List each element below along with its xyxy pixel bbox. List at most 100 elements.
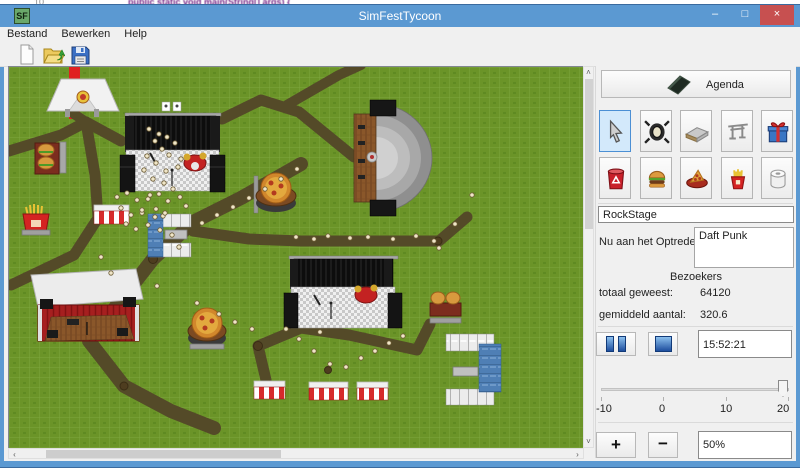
visitor-dot	[373, 349, 377, 353]
map-horizontal-scrollbar[interactable]: ‹ ›	[8, 448, 584, 459]
toilet-tool-button[interactable]	[761, 157, 793, 199]
visitor-dot	[163, 211, 167, 215]
visitor-dot	[200, 221, 204, 225]
visitor-dot	[348, 236, 352, 240]
menu-bar: BestandBewerkenHelp	[0, 27, 800, 43]
barrier-containers-right[interactable]	[446, 334, 501, 405]
visitor-dot	[184, 204, 188, 208]
visitor-dot	[153, 215, 157, 219]
map-vertical-scrollbar[interactable]: ˄ ˅	[583, 66, 594, 448]
menu-item-bewerken[interactable]: Bewerken	[54, 27, 117, 41]
speed-slider-thumb[interactable]	[778, 380, 788, 397]
slider-tick-label: 20	[777, 403, 789, 415]
visitor-dot	[179, 157, 183, 161]
zoom-level-input[interactable]	[698, 431, 792, 459]
title-bar[interactable]: SF SimFestTycoon – □ ×	[0, 5, 800, 27]
select-tool-button[interactable]	[599, 110, 631, 152]
visitor-dot	[99, 255, 103, 259]
map-viewport[interactable]	[8, 66, 584, 448]
app-window: SF SimFestTycoon – □ × BestandBewerkenHe…	[0, 5, 800, 467]
striped-stand-a[interactable]	[94, 205, 129, 224]
visitor-dot	[125, 191, 129, 195]
scroll-right-icon[interactable]: ›	[572, 449, 583, 458]
striped-stand-b[interactable]	[254, 381, 285, 399]
visitor-dot	[164, 169, 168, 173]
slider-tick-label: -10	[596, 403, 612, 415]
visitor-dot	[154, 207, 158, 211]
spotlight-tool-button[interactable]	[640, 110, 672, 152]
stat-value: 320.6	[700, 309, 728, 321]
visitor-dot	[453, 222, 457, 226]
speed-slider-track[interactable]	[601, 388, 789, 391]
visitor-dot	[279, 177, 283, 181]
stop-button[interactable]	[648, 332, 678, 356]
visitor-dot	[176, 165, 180, 169]
striped-stand-d[interactable]	[357, 382, 388, 400]
now-playing-label: Nu aan het Optreden:	[599, 236, 705, 248]
stage-tool-button[interactable]	[721, 110, 753, 152]
striped-stand-c[interactable]	[309, 382, 348, 400]
burger-tool-button[interactable]	[640, 157, 672, 199]
gift-tool-button[interactable]	[761, 110, 793, 152]
horizontal-scroll-thumb[interactable]	[46, 450, 281, 458]
close-button[interactable]: ×	[760, 5, 794, 25]
visitor-dot	[115, 195, 119, 199]
visitor-dot	[328, 362, 332, 366]
save-file-button[interactable]	[70, 44, 92, 65]
window-title: SimFestTycoon	[0, 9, 800, 23]
toolbar	[0, 43, 800, 67]
sidebar: Agenda Nu aan het Optreden: Daft Punk Be…	[595, 66, 796, 458]
agenda-button[interactable]: Agenda	[601, 70, 791, 98]
scroll-left-icon[interactable]: ‹	[9, 449, 20, 458]
visitor-dot	[470, 193, 474, 197]
visitor-dot	[124, 222, 128, 226]
visitor-dot	[151, 177, 155, 181]
stat-label: totaal geweest:	[599, 287, 673, 299]
barn-stage[interactable]	[31, 269, 143, 341]
visitor-dot	[231, 205, 235, 209]
visitor-dot	[391, 237, 395, 241]
open-file-button[interactable]	[43, 44, 65, 65]
visitor-dot	[297, 337, 301, 341]
menu-item-bestand[interactable]: Bestand	[0, 27, 54, 41]
stage-name-input[interactable]	[598, 206, 794, 223]
visitor-dot	[414, 234, 418, 238]
section-divider	[598, 326, 793, 327]
visitor-dot	[250, 327, 254, 331]
pause-button[interactable]	[596, 332, 636, 356]
visitors-header: Bezoekers	[596, 271, 796, 283]
visitor-dot	[437, 246, 441, 250]
pizza-tool-button[interactable]	[680, 157, 712, 199]
new-file-button[interactable]	[17, 44, 39, 65]
zoom-in-button[interactable]: +	[596, 432, 636, 458]
maximize-button[interactable]: □	[730, 5, 760, 25]
visitor-dot	[165, 135, 169, 139]
scroll-up-icon[interactable]: ˄	[584, 67, 593, 78]
visitor-dot	[158, 228, 162, 232]
visitor-dot	[170, 233, 174, 237]
second-stage[interactable]	[284, 256, 402, 328]
visitor-dot	[145, 154, 149, 158]
visitor-dot	[173, 141, 177, 145]
visitor-dot	[326, 234, 330, 238]
fries-tool-button[interactable]	[721, 157, 753, 199]
stat-label: gemiddeld aantal:	[599, 309, 686, 321]
zoom-out-button[interactable]: −	[648, 432, 678, 458]
pause-icon	[604, 336, 628, 352]
path-tool-button[interactable]	[680, 110, 712, 152]
scroll-down-icon[interactable]: ˅	[584, 436, 593, 447]
main-stage[interactable]	[120, 102, 225, 192]
trash-tool-button[interactable]	[599, 157, 631, 199]
menu-item-help[interactable]: Help	[117, 27, 154, 41]
window-controls: – □ ×	[700, 5, 794, 27]
slider-tick-label: 10	[720, 403, 732, 415]
visitor-dot	[312, 349, 316, 353]
visitor-dot	[166, 199, 170, 203]
vertical-scroll-thumb[interactable]	[585, 79, 593, 229]
screen: 10 public static void main(String[] args…	[0, 0, 800, 468]
visitor-dot	[146, 223, 150, 227]
burger-stand-1[interactable]	[35, 142, 66, 174]
minimize-button[interactable]: –	[700, 5, 730, 25]
visitor-dot	[148, 193, 152, 197]
visitor-dot	[171, 187, 175, 191]
